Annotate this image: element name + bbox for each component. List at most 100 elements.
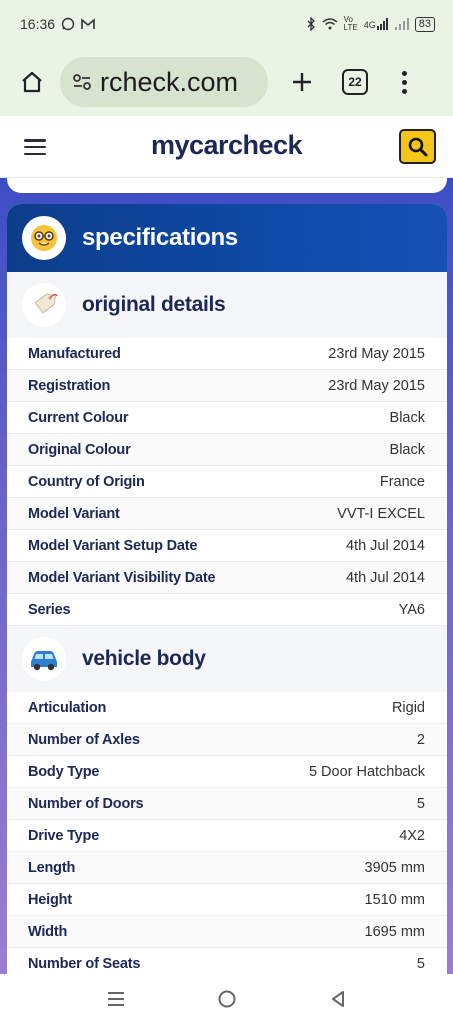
table-row: Number of Seats 5 — [7, 948, 447, 974]
row-value: 4th Jul 2014 — [345, 569, 425, 586]
nerd-face-emoji-icon — [22, 216, 66, 260]
table-row: Body Type 5 Door Hatchback — [7, 756, 447, 788]
status-time: 16:36 — [20, 16, 56, 32]
status-left: 16:36 — [20, 16, 95, 32]
row-label: Drive Type — [28, 827, 100, 844]
original-details-table: Manufactured 23rd May 2015 Registration 23… — [7, 338, 447, 626]
url-text: rcheck.com — [100, 66, 239, 97]
table-row: Model Variant Setup Date 4th Jul 2014 — [7, 530, 447, 562]
browser-menu-button[interactable] — [394, 62, 414, 102]
bluetooth-icon — [306, 17, 316, 31]
row-value: 5 — [416, 955, 425, 972]
tab-switcher-button[interactable]: 22 — [342, 69, 368, 95]
address-bar[interactable]: rcheck.com — [60, 57, 268, 107]
car-emoji-icon — [22, 637, 66, 681]
back-triangle-icon — [331, 991, 344, 1007]
row-value: 2 — [416, 731, 425, 748]
row-value: Black — [389, 409, 425, 426]
specifications-header: specifications — [7, 204, 447, 272]
row-value: 1510 mm — [364, 891, 425, 908]
table-row: Number of Doors 5 — [7, 788, 447, 820]
search-button[interactable] — [399, 129, 436, 164]
row-value: Black — [389, 441, 425, 458]
menu-dot — [401, 88, 407, 94]
row-value: 23rd May 2015 — [328, 345, 425, 362]
signal-2-icon — [394, 18, 409, 30]
specifications-card: specifications original details Manufact… — [7, 204, 447, 974]
network-type: 4G — [363, 20, 376, 30]
row-value: 1695 mm — [364, 923, 425, 940]
table-row: Width 1695 mm — [7, 916, 447, 948]
row-label: Number of Axles — [28, 731, 140, 748]
row-value: 4X2 — [399, 827, 425, 844]
menu-dot — [401, 70, 407, 76]
row-label: Current Colour — [28, 409, 129, 426]
row-label: Series — [28, 601, 71, 618]
gmail-icon — [81, 18, 95, 30]
row-label: Country of Origin — [28, 473, 145, 490]
search-icon — [408, 137, 427, 156]
table-row: Number of Axles 2 — [7, 724, 447, 756]
row-value: France — [379, 473, 425, 490]
back-button[interactable] — [318, 979, 358, 1019]
vehicle-body-title: vehicle body — [82, 647, 206, 670]
recent-apps-icon — [107, 992, 124, 1006]
table-row: Series YA6 — [7, 594, 447, 626]
row-label: Number of Seats — [28, 955, 141, 972]
table-row: Drive Type 4X2 — [7, 820, 447, 852]
table-row: Height 1510 mm — [7, 884, 447, 916]
table-row: Manufactured 23rd May 2015 — [7, 338, 447, 370]
table-row: Original Colour Black — [7, 434, 447, 466]
row-label: Height — [28, 891, 72, 908]
new-tab-button[interactable] — [282, 62, 322, 102]
row-label: Model Variant Visibility Date — [28, 569, 216, 586]
whatsapp-icon — [61, 17, 75, 31]
row-label: Body Type — [28, 763, 100, 780]
row-value: YA6 — [398, 601, 425, 618]
row-value: 23rd May 2015 — [328, 377, 425, 394]
browser-toolbar: rcheck.com 22 — [0, 48, 453, 116]
previous-card-bottom — [7, 178, 447, 193]
site-header: mycarcheck — [0, 116, 453, 178]
site-settings-icon[interactable] — [72, 73, 92, 91]
table-row: Country of Origin France — [7, 466, 447, 498]
row-label: Model Variant Setup Date — [28, 537, 198, 554]
row-label: Width — [28, 923, 68, 940]
status-bar: 16:36 Vo LTE 4G 83 — [0, 0, 453, 48]
system-navigation-bar — [0, 974, 453, 1024]
vehicle-body-table: Articulation Rigid Number of Axles 2 Body … — [7, 692, 447, 974]
row-value: 4th Jul 2014 — [345, 537, 425, 554]
vehicle-body-header: vehicle body — [7, 626, 447, 692]
row-label: Length — [28, 859, 76, 876]
row-label: Original Colour — [28, 441, 131, 458]
row-label: Number of Doors — [28, 795, 144, 812]
table-row: Length 3905 mm — [7, 852, 447, 884]
battery-icon: 83 — [414, 16, 435, 32]
home-circle-icon — [218, 990, 235, 1008]
recent-apps-button[interactable] — [96, 979, 136, 1019]
table-row: Registration 23rd May 2015 — [7, 370, 447, 402]
home-nav-button[interactable] — [207, 979, 247, 1019]
original-details-title: original details — [82, 293, 226, 316]
row-label: Manufactured — [28, 345, 121, 362]
table-row: Current Colour Black — [7, 402, 447, 434]
plus-icon — [293, 73, 311, 91]
signal-4g: 4G — [364, 18, 389, 30]
table-row: Model Variant Visibility Date 4th Jul 201… — [7, 562, 447, 594]
row-label: Registration — [28, 377, 111, 394]
row-value: Rigid — [391, 699, 425, 716]
home-icon — [22, 71, 42, 93]
row-value: 5 — [416, 795, 425, 812]
home-button[interactable] — [12, 62, 52, 102]
site-logo[interactable]: mycarcheck — [0, 130, 453, 161]
signal-icon — [376, 18, 388, 30]
volte-indicator: Vo LTE — [344, 16, 358, 32]
table-row: Articulation Rigid — [7, 692, 447, 724]
menu-dot — [401, 79, 407, 85]
row-value: 5 Door Hatchback — [308, 763, 425, 780]
original-details-header: original details — [7, 272, 447, 338]
row-value: 3905 mm — [364, 859, 425, 876]
table-row: Model Variant VVT-I EXCEL — [7, 498, 447, 530]
specifications-title: specifications — [82, 224, 238, 251]
volte-bottom: LTE — [343, 23, 358, 32]
